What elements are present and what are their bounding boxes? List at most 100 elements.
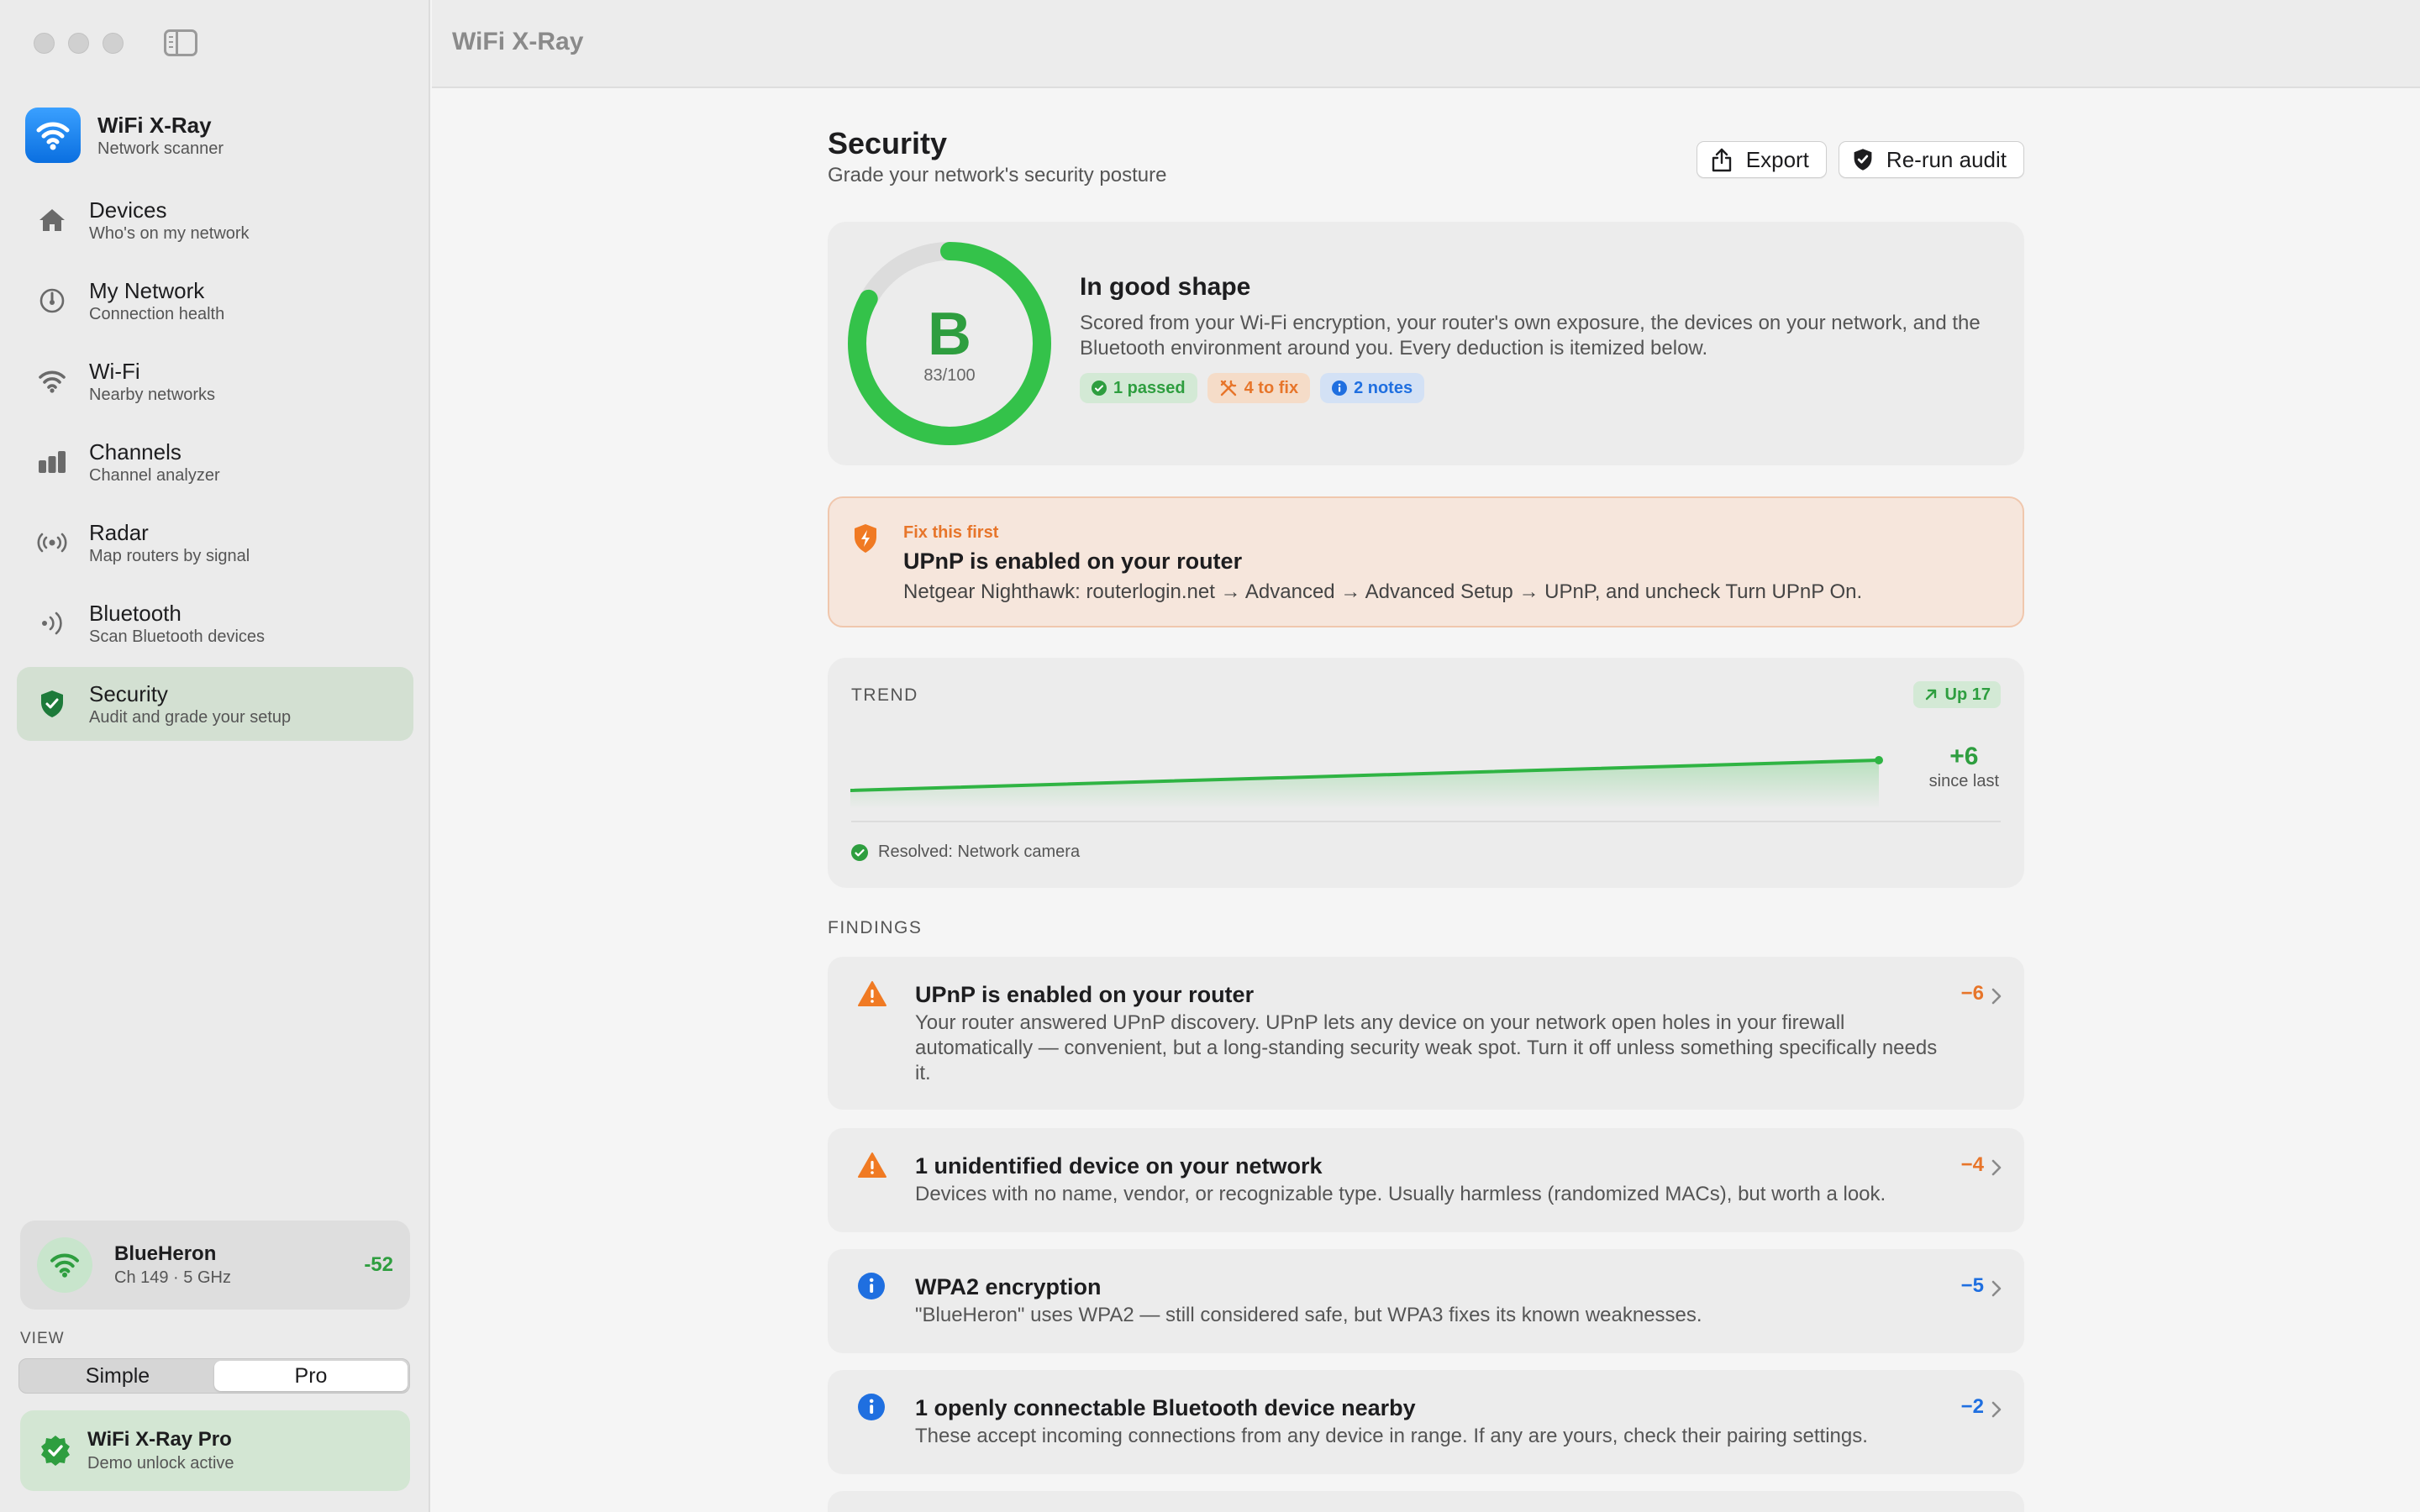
app-tagline: Network scanner <box>97 139 224 158</box>
trend-label: TREND <box>851 685 918 705</box>
view-pro-option[interactable]: Pro <box>214 1361 408 1391</box>
sidebar-item-sub: Scan Bluetooth devices <box>89 627 266 646</box>
pro-subtitle: Demo unlock active <box>87 1454 234 1473</box>
current-network-card[interactable]: BlueHeron Ch 149 · 5 GHz -52 <box>20 1221 410 1310</box>
score-card: B 83/100 In good shape Scored from your … <box>828 222 2024 465</box>
info-icon <box>858 1273 885 1299</box>
sidebar-item-bluetooth[interactable]: Bluetooth Scan Bluetooth devices <box>17 586 413 660</box>
wifi-icon <box>34 363 71 400</box>
finding-title: WPA2 encryption <box>915 1274 1102 1299</box>
to-fix-badge[interactable]: 4 to fix <box>1207 373 1311 403</box>
sidebar-item-channels[interactable]: Channels Channel analyzer <box>17 425 413 499</box>
bar-chart-icon <box>34 444 71 480</box>
app-brand: WiFi X-Ray Network scanner <box>25 108 224 163</box>
shield-check-icon <box>1854 149 1872 171</box>
wifi-signal-icon <box>37 1237 92 1293</box>
sidebar-item-sub: Map routers by signal <box>89 547 250 565</box>
sidebar-item-label: Security <box>89 681 168 706</box>
minimize-window-button[interactable] <box>68 33 89 54</box>
info-icon <box>858 1394 885 1420</box>
trend-endpoint <box>1875 756 1883 764</box>
trend-card: TREND Up 17 +6 since last Resolved: Netw… <box>828 658 2024 888</box>
fix-first-card[interactable]: Fix this first UPnP is enabled on your r… <box>828 496 2024 627</box>
window-title: WiFi X-Ray <box>452 28 584 55</box>
sidebar-item-sub: Connection health <box>89 305 225 323</box>
chevron-right-icon <box>1991 1280 2002 1297</box>
rerun-audit-button[interactable]: Re-run audit <box>1838 141 2024 178</box>
app-name: WiFi X-Ray <box>97 113 212 138</box>
trend-delta-label: since last <box>1928 772 1999 790</box>
trend-delta: +6 since last <box>1929 742 1999 791</box>
gauge-icon <box>34 282 71 319</box>
house-icon <box>34 202 71 239</box>
finding-score: −4 <box>1960 1153 1984 1176</box>
pro-status-card[interactable]: WiFi X-Ray Pro Demo unlock active <box>20 1410 410 1491</box>
sidebar-item-wifi[interactable]: Wi-Fi Nearby networks <box>17 344 413 418</box>
view-mode-segmented-control: Simple Pro <box>18 1358 410 1394</box>
sidebar-item-label: Channels <box>89 439 182 465</box>
sidebar-item-my-network[interactable]: My Network Connection health <box>17 264 413 338</box>
finding-row[interactable]: 1 unidentified device on your network De… <box>828 1128 2024 1232</box>
finding-title: UPnP is enabled on your router <box>915 982 1255 1007</box>
trend-sparkline <box>850 756 1883 809</box>
sidebar-item-sub: Audit and grade your setup <box>89 708 292 727</box>
rerun-audit-label: Re-run audit <box>1886 146 2007 172</box>
finding-description: "BlueHeron" uses WPA2 — still considered… <box>915 1304 1702 1326</box>
score-description: Scored from your Wi-Fi encryption, your … <box>1080 312 1981 360</box>
share-icon <box>1712 148 1731 172</box>
fix-first-kicker: Fix this first <box>903 523 999 542</box>
tools-icon <box>1220 380 1236 396</box>
finding-description: Your router answered UPnP discovery. UPn… <box>915 1011 1938 1084</box>
score-grade: B <box>928 301 971 368</box>
check-circle-icon <box>851 843 868 861</box>
verified-badge-icon <box>41 1436 70 1466</box>
finding-score: −6 <box>1960 982 1984 1005</box>
sidebar: WiFi X-Ray Network scanner Devices Who's … <box>0 0 430 1512</box>
finding-row[interactable]: WPA2 encryption "BlueHeron" uses WPA2 — … <box>828 1249 2024 1353</box>
sidebar-item-label: Devices <box>89 197 167 223</box>
sidebar-toggle-icon[interactable] <box>164 29 197 56</box>
window-controls <box>34 33 124 54</box>
warning-triangle-icon <box>858 981 886 1006</box>
export-button[interactable]: Export <box>1696 141 1827 178</box>
check-circle-icon <box>1092 381 1107 396</box>
finding-title: 1 openly connectable Bluetooth device ne… <box>915 1395 1416 1420</box>
divider <box>851 821 2001 822</box>
trend-badge-label: Up 17 <box>1944 685 1991 704</box>
notes-label: 2 notes <box>1354 378 1413 397</box>
arrow-up-right-icon <box>1925 689 1936 701</box>
sidebar-item-devices[interactable]: Devices Who's on my network <box>17 183 413 257</box>
network-name: BlueHeron <box>114 1242 217 1265</box>
sidebar-item-label: My Network <box>89 278 205 303</box>
shield-bolt-icon <box>855 524 876 553</box>
sidebar-item-radar[interactable]: Radar Map routers by signal <box>17 506 413 580</box>
close-window-button[interactable] <box>34 33 55 54</box>
sidebar-item-sub: Who's on my network <box>89 224 250 243</box>
finding-row[interactable]: UPnP is enabled on your router Your rout… <box>828 957 2024 1110</box>
score-ring: B 83/100 <box>844 239 1055 449</box>
score-title: In good shape <box>1080 273 1251 301</box>
notes-badge[interactable]: 2 notes <box>1320 373 1425 403</box>
finding-description: Devices with no name, vendor, or recogni… <box>915 1183 1886 1205</box>
view-label: VIEW <box>20 1330 65 1347</box>
view-simple-option[interactable]: Simple <box>21 1361 214 1391</box>
finding-score: −2 <box>1960 1395 1984 1418</box>
sidebar-item-label: Bluetooth <box>89 601 182 626</box>
export-label: Export <box>1745 146 1809 172</box>
app-window: WiFi X-Ray Network scanner Devices Who's … <box>0 0 2420 1512</box>
trend-resolved-label: Resolved: Network camera <box>878 843 1081 861</box>
passed-badge[interactable]: 1 passed <box>1080 373 1197 403</box>
trend-resolved: Resolved: Network camera <box>851 843 1080 862</box>
trend-delta-value: +6 <box>1949 743 1979 770</box>
finding-row[interactable]: 1 openly connectable Bluetooth device ne… <box>828 1370 2024 1474</box>
finding-row-partial[interactable] <box>828 1491 2024 1512</box>
page-actions: Export Re-run audit <box>1696 141 2024 178</box>
network-details: Ch 149 · 5 GHz <box>114 1268 231 1287</box>
security-page: Security Grade your network's security p… <box>828 126 2024 1512</box>
finding-title: 1 unidentified device on your network <box>915 1153 1323 1179</box>
sidebar-item-label: Radar <box>89 520 149 545</box>
sidebar-item-sub: Channel analyzer <box>89 466 220 485</box>
zoom-window-button[interactable] <box>103 33 124 54</box>
sidebar-item-security[interactable]: Security Audit and grade your setup <box>17 667 413 741</box>
info-icon <box>1332 381 1348 396</box>
